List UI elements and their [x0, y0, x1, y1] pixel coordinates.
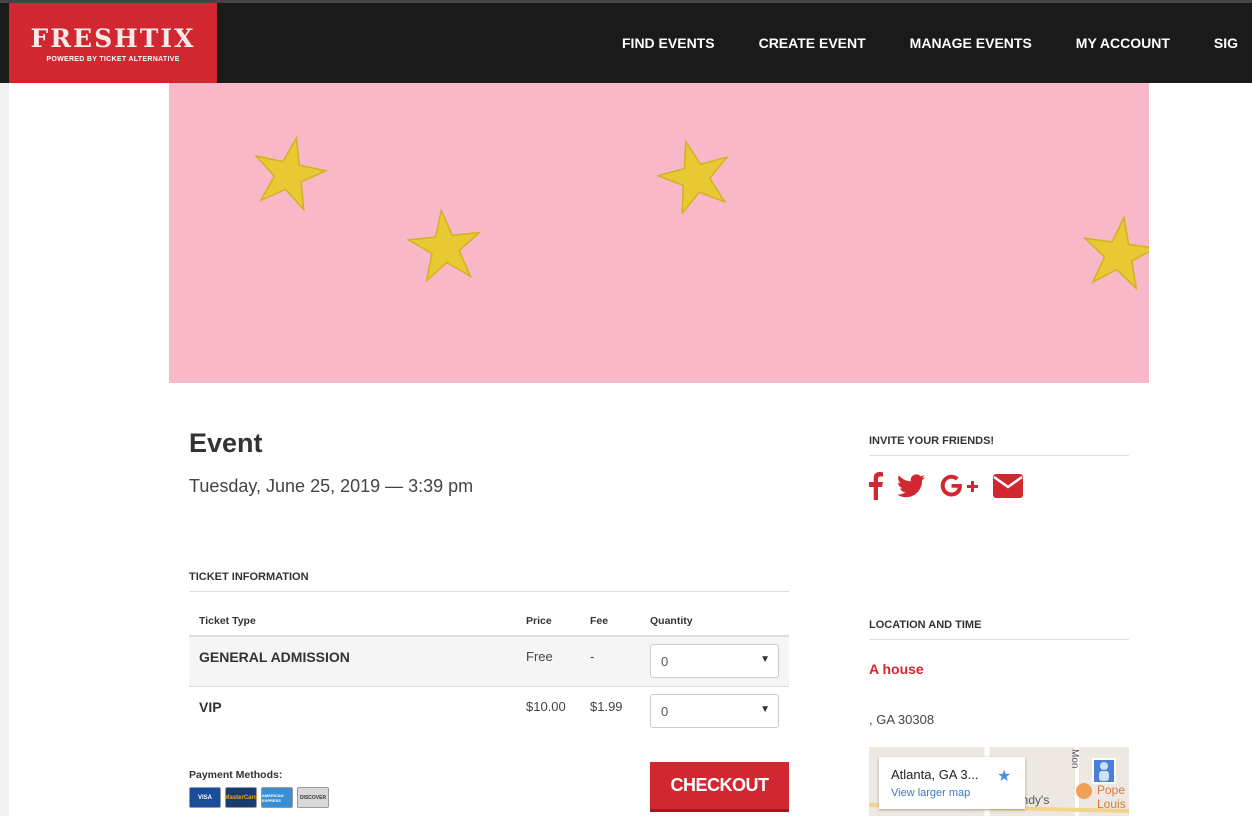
- nav-my-account[interactable]: MY ACCOUNT: [1076, 35, 1170, 51]
- quantity-select[interactable]: 0 ▼: [650, 644, 779, 678]
- email-icon[interactable]: [993, 474, 1023, 498]
- amex-card-icon: AMERICAN EXPRESS: [261, 787, 293, 808]
- checkout-button[interactable]: CHECKOUT: [650, 762, 789, 812]
- ticket-type-name: GENERAL ADMISSION: [199, 649, 350, 665]
- freshtix-logo[interactable]: FRESHTIX POWERED BY TICKET ALTERNATIVE: [9, 3, 217, 83]
- gold-star-icon: [253, 135, 327, 211]
- quantity-value: 0: [661, 654, 669, 669]
- ticket-price: Free: [516, 636, 580, 687]
- map-label: Mon: [1069, 749, 1080, 769]
- location-map[interactable]: endy's Pope Louis Mon Atlanta, GA 3... ★…: [869, 747, 1129, 816]
- social-share-icons: [869, 472, 1023, 500]
- venue-name-link[interactable]: A house: [869, 661, 924, 677]
- dropdown-arrow-icon: ▼: [760, 654, 770, 665]
- map-info-card: Atlanta, GA 3... ★ View larger map: [879, 757, 1025, 809]
- column-header-ticket-type: Ticket Type: [189, 607, 516, 637]
- location-and-time-heading: LOCATION AND TIME: [869, 619, 1129, 640]
- facebook-icon[interactable]: [869, 472, 883, 500]
- map-label: Louis: [1097, 797, 1126, 811]
- nav-manage-events[interactable]: MANAGE EVENTS: [910, 35, 1032, 51]
- gold-star-icon: [657, 139, 730, 214]
- table-row: VIP $10.00 $1.99 0 ▼: [189, 686, 789, 736]
- ticket-fee: -: [580, 636, 640, 687]
- venue-address: , GA 30308: [869, 712, 935, 727]
- view-larger-map-link[interactable]: View larger map: [891, 787, 970, 799]
- twitter-icon[interactable]: [897, 474, 925, 498]
- ticket-table-header: Ticket Type Price Fee Quantity: [189, 607, 789, 637]
- main-nav: FIND EVENTS CREATE EVENT MANAGE EVENTS M…: [600, 3, 1252, 83]
- google-plus-icon[interactable]: [939, 473, 979, 499]
- ticket-information-heading: TICKET INFORMATION: [189, 571, 789, 592]
- payment-card-logos: VISA MasterCard AMERICAN EXPRESS DISCOVE…: [189, 787, 329, 808]
- ticket-table: Ticket Type Price Fee Quantity GENERAL A…: [189, 607, 789, 736]
- quantity-select[interactable]: 0 ▼: [650, 693, 779, 728]
- ticket-fee: $1.99: [590, 698, 623, 714]
- ticket-type-name: VIP: [199, 698, 222, 715]
- quantity-value: 0: [661, 703, 669, 719]
- column-header-fee: Fee: [580, 607, 640, 637]
- gold-star-icon: [407, 208, 482, 283]
- logo-tagline: POWERED BY TICKET ALTERNATIVE: [46, 56, 180, 63]
- column-header-quantity: Quantity: [640, 607, 789, 637]
- event-date: Tuesday, June 25, 2019 — 3:39 pm: [189, 476, 474, 496]
- nav-sign-in[interactable]: SIG: [1214, 35, 1238, 51]
- nav-create-event[interactable]: CREATE EVENT: [759, 35, 866, 51]
- payment-methods-label: Payment Methods:: [189, 769, 283, 781]
- visa-card-icon: VISA: [189, 787, 221, 808]
- gold-star-icon: [1082, 215, 1149, 291]
- event-banner-image: [169, 83, 1149, 383]
- discover-card-icon: DISCOVER: [297, 787, 329, 808]
- dropdown-arrow-icon: ▼: [760, 703, 770, 715]
- table-row: GENERAL ADMISSION Free - 0 ▼: [189, 636, 789, 687]
- street-view-pegman-icon[interactable]: [1092, 758, 1116, 784]
- map-place-title: Atlanta, GA 3...: [891, 767, 979, 782]
- nav-find-events[interactable]: FIND EVENTS: [622, 35, 715, 51]
- save-star-icon[interactable]: ★: [997, 766, 1011, 786]
- logo-wordmark: FRESHTIX: [30, 24, 196, 53]
- column-header-price: Price: [516, 607, 580, 637]
- restaurant-pin-icon: [1076, 783, 1092, 799]
- invite-friends-heading: INVITE YOUR FRIENDS!: [869, 435, 1129, 456]
- ticket-price: $10.00: [526, 698, 566, 714]
- mastercard-icon: MasterCard: [225, 787, 258, 808]
- event-title: Event: [189, 428, 263, 458]
